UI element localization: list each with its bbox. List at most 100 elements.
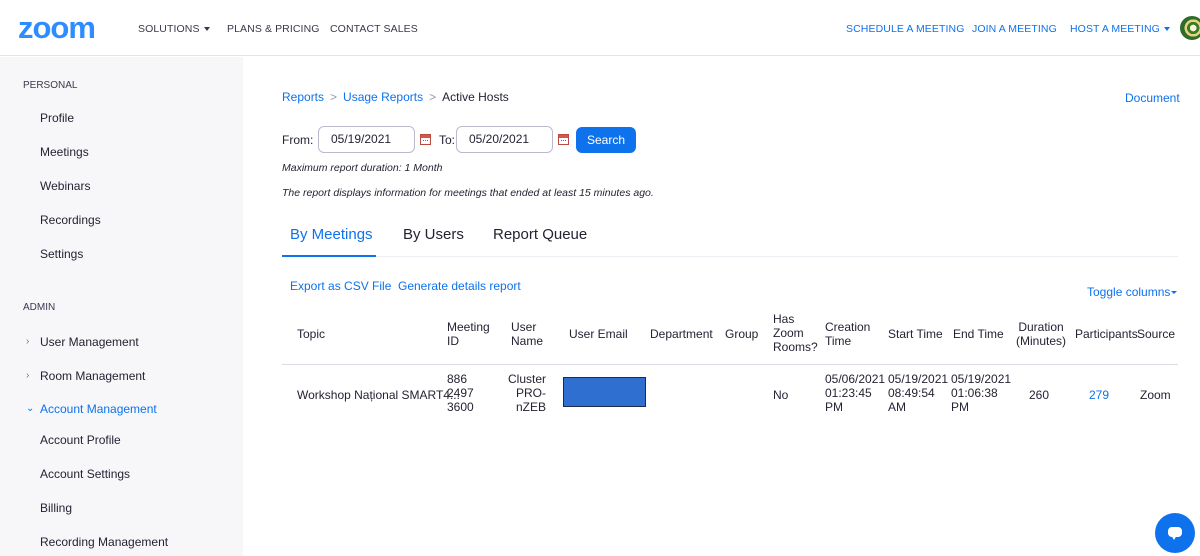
nav-solutions-label: SOLUTIONS [138,23,200,35]
nav-host-meeting[interactable]: HOST A MEETING [1070,23,1170,35]
col-has-zoom-rooms-line2: Zoom [773,326,804,340]
breadcrumb-usage-reports[interactable]: Usage Reports [343,90,423,104]
nav-host-label: HOST A MEETING [1070,23,1160,35]
sidebar-item-account-profile[interactable]: Account Profile [40,433,121,447]
calendar-icon[interactable] [420,134,431,145]
chevron-right-icon: › [26,336,30,347]
col-meeting-id-line2: ID [447,334,459,348]
cell-end-time: 05/19/2021 01:06:38 PM [951,372,1011,414]
col-user-name-line1: User [511,320,537,334]
col-department[interactable]: Department [650,327,713,341]
tab-report-queue[interactable]: Report Queue [493,226,587,243]
sidebar-item-profile[interactable]: Profile [40,111,74,125]
col-end-time[interactable]: End Time [953,327,1004,341]
cell-end-time-line3: PM [951,400,969,414]
sidebar-item-webinars[interactable]: Webinars [40,179,90,193]
caret-down-icon [203,27,210,32]
export-csv-link[interactable]: Export as CSV File [290,279,391,293]
nav-schedule-meeting[interactable]: SCHEDULE A MEETING [846,23,965,35]
col-participants[interactable]: Participants [1075,327,1138,341]
zoom-logo[interactable]: zoom [18,12,96,43]
cell-creation-time: 05/06/2021 01:23:45 PM [825,372,885,414]
cell-user-name: Cluster PRO-nZEB [504,372,546,414]
col-meeting-id[interactable]: Meeting ID [447,320,490,348]
avatar[interactable] [1180,16,1200,40]
sidebar-item-settings[interactable]: Settings [40,247,83,261]
cell-creation-time-line1: 05/06/2021 [825,372,886,386]
toggle-columns-label: Toggle columns [1087,285,1171,299]
caret-down-icon [1171,291,1178,295]
cell-start-time: 05/19/2021 08:49:54 AM [888,372,948,414]
cell-topic: Workshop Național SMART4... [297,388,460,402]
cell-has-zoom-rooms: No [773,388,789,402]
max-duration-note: Maximum report duration: 1 Month [282,162,443,174]
from-label: From: [282,133,314,147]
sidebar-item-billing[interactable]: Billing [40,501,72,515]
breadcrumb-current: Active Hosts [442,90,509,104]
col-start-time[interactable]: Start Time [888,327,943,341]
col-has-zoom-rooms[interactable]: Has Zoom Rooms? [773,312,818,354]
col-has-zoom-rooms-line3: Rooms? [773,340,818,354]
nav-join-meeting[interactable]: JOIN A MEETING [972,23,1057,35]
cell-source: Zoom [1140,388,1171,402]
sidebar-item-account-settings[interactable]: Account Settings [40,467,130,481]
tab-by-users[interactable]: By Users [403,226,464,243]
sidebar-section-personal: PERSONAL [23,80,78,91]
redacted-email [563,377,646,407]
generate-details-link[interactable]: Generate details report [398,279,521,293]
cell-start-time-line2: 08:49:54 [888,386,935,400]
document-link[interactable]: Document [1125,91,1180,105]
chevron-down-icon: ⌄ [26,403,35,414]
cell-meeting-id-line3: 3600 [447,400,474,414]
chevron-right-icon: › [26,370,30,381]
cell-start-time-line1: 05/19/2021 [888,372,949,386]
sidebar-item-recordings[interactable]: Recordings [40,213,101,227]
nav-solutions[interactable]: SOLUTIONS [138,23,210,35]
cell-creation-time-line3: PM [825,400,843,414]
col-user-email[interactable]: User Email [569,327,628,341]
chat-bubble-icon[interactable] [1155,513,1195,553]
sidebar-item-account-management[interactable]: Account Management [40,402,157,416]
nav-plans-pricing[interactable]: PLANS & PRICING [227,23,320,35]
nav-contact-sales[interactable]: CONTACT SALES [330,23,418,35]
cell-user-name-line3: nZEB [515,400,546,414]
cell-creation-time-line2: 01:23:45 [825,386,872,400]
search-button[interactable]: Search [576,127,636,153]
cell-user-name-line2: PRO- [516,386,546,400]
to-label: To: [439,133,456,147]
col-duration-line1: Duration [1018,320,1064,334]
col-creation-time[interactable]: Creation Time [825,320,870,348]
cell-meeting-id-line1: 886 [447,372,468,386]
cell-meeting-id-line2: 2497 [447,386,474,400]
sidebar-item-meetings[interactable]: Meetings [40,145,89,159]
col-creation-time-line1: Creation [825,320,871,334]
toggle-columns-button[interactable]: Toggle columns [1087,285,1178,299]
top-nav: zoom SOLUTIONS PLANS & PRICING CONTACT S… [0,0,1200,56]
col-topic[interactable]: Topic [297,327,325,341]
calendar-icon[interactable] [558,134,569,145]
cell-start-time-line3: AM [888,400,906,414]
report-info-note: The report displays information for meet… [282,187,654,199]
breadcrumb-separator: > [429,90,437,104]
from-date-input[interactable]: 05/19/2021 [318,126,415,153]
breadcrumb-separator: > [330,90,338,104]
active-tab-indicator [282,255,376,257]
col-source[interactable]: Source [1137,327,1175,341]
to-date-input[interactable]: 05/20/2021 [456,126,553,153]
col-duration[interactable]: Duration (Minutes) [1016,320,1066,348]
col-user-name[interactable]: User Name [511,320,543,348]
sidebar-item-room-management[interactable]: Room Management [40,369,145,383]
table-header-divider [282,364,1178,365]
col-group[interactable]: Group [725,327,758,341]
cell-meeting-id: 886 2497 3600 [447,372,474,414]
caret-down-icon [1163,27,1170,32]
sidebar-section-admin: ADMIN [23,302,56,313]
cell-participants-link[interactable]: 279 [1089,388,1109,402]
sidebar-item-recording-management[interactable]: Recording Management [40,535,168,549]
col-user-name-line2: Name [511,334,544,348]
col-creation-time-line2: Time [825,334,852,348]
col-duration-line2: (Minutes) [1016,334,1067,348]
breadcrumb-reports[interactable]: Reports [282,90,324,104]
tab-by-meetings[interactable]: By Meetings [290,226,373,243]
sidebar-item-user-management[interactable]: User Management [40,335,139,349]
